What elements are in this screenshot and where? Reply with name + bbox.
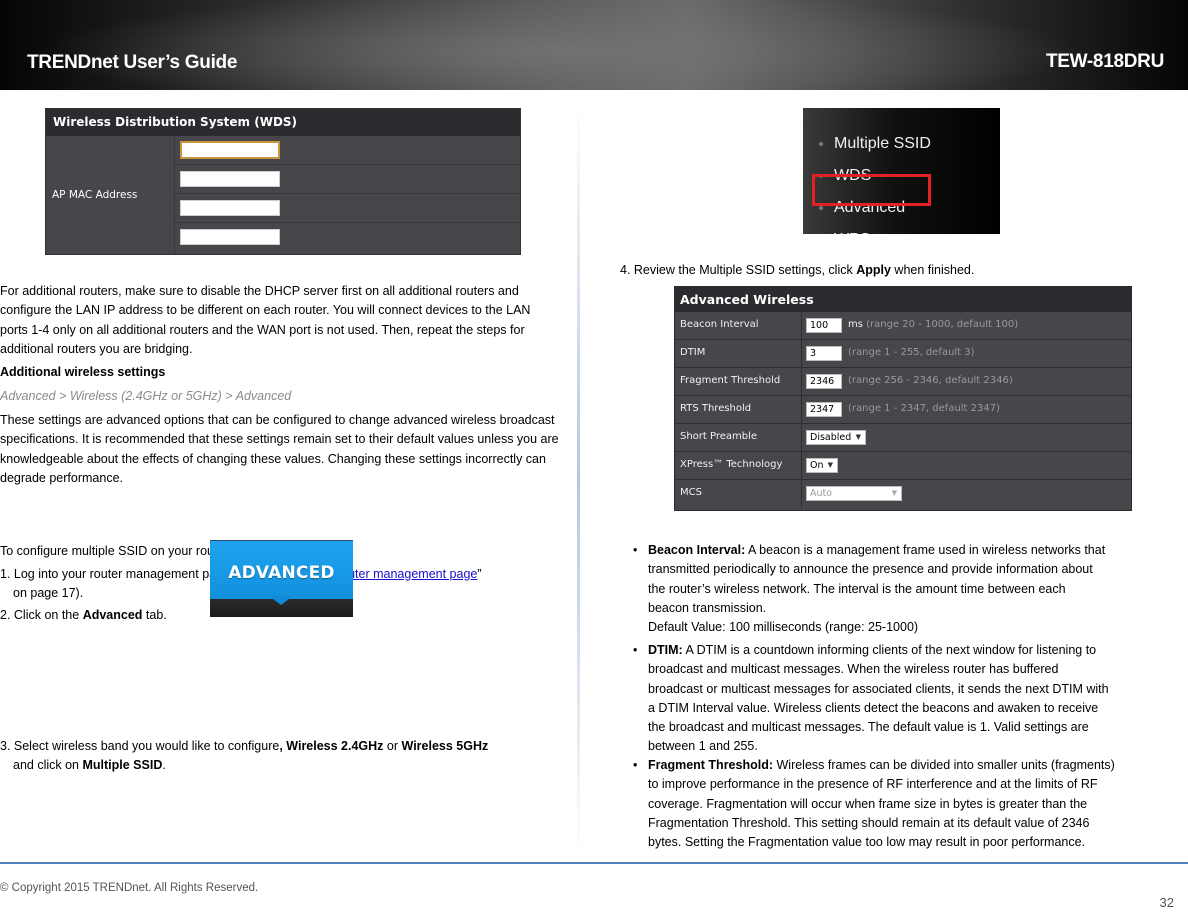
rts-threshold-row: RTS Threshold 2347 (range 1 - 2347, defa…	[675, 396, 1131, 424]
footer-rule	[0, 862, 1188, 864]
beacon-interval-row: Beacon Interval 100 ms (range 20 - 1000,…	[675, 312, 1131, 340]
step-4: 4. Review the Multiple SSID settings, cl…	[620, 263, 975, 277]
step-3-continued: and click on Multiple SSID.	[13, 758, 166, 772]
bullet-icon: •	[633, 758, 638, 772]
chevron-down-icon: ▼	[827, 461, 833, 469]
ap-mac-address-input-3[interactable]	[180, 200, 280, 216]
tab-pointer-icon	[269, 596, 293, 605]
bullet-dtim: • DTIM: A DTIM is a countdown informing …	[633, 643, 1109, 754]
wds-panel-title: Wireless Distribution System (WDS)	[46, 109, 520, 136]
xpress-technology-select[interactable]: On ▼	[806, 458, 838, 473]
advanced-settings-paragraph: These settings are advanced options that…	[0, 413, 559, 485]
step-3: 3. Select wireless band you would like t…	[0, 739, 489, 753]
advanced-tab-label: ADVANCED	[228, 563, 335, 583]
highlight-box	[812, 174, 931, 206]
step-2: 2. Click on the Advanced tab.	[0, 608, 167, 622]
fragment-threshold-row: Fragment Threshold 2346 (range 256 - 234…	[675, 368, 1131, 396]
bullet-icon	[819, 142, 823, 146]
chevron-down-icon: ▼	[855, 433, 861, 441]
advanced-tab-button[interactable]: ADVANCED	[210, 540, 353, 617]
bullet-icon: •	[633, 643, 638, 657]
chevron-down-icon: ▼	[891, 489, 897, 497]
step-1-continued: on page 17).	[13, 586, 84, 600]
wireless-submenu-screenshot: Multiple SSID WDS Advanced WPS	[803, 108, 1000, 234]
fragment-threshold-input[interactable]: 2346	[806, 374, 842, 389]
copyright-notice: © Copyright 2015 TRENDnet. All Rights Re…	[0, 882, 259, 894]
column-divider	[577, 100, 580, 860]
advanced-wireless-title: Advanced Wireless	[675, 287, 1131, 312]
ap-mac-address-label: AP MAC Address	[52, 189, 138, 201]
bullet-fragment-threshold: • Fragment Threshold: Wireless frames ca…	[633, 758, 1115, 850]
model-number: TEW-818DRU	[1045, 51, 1164, 72]
menu-item-multiple-ssid[interactable]: Multiple SSID	[803, 132, 1000, 156]
mac-row	[175, 223, 520, 252]
bullet-icon	[819, 206, 823, 210]
xpress-technology-row: XPress™ Technology On ▼	[675, 452, 1131, 480]
mac-row	[175, 194, 520, 223]
additional-routers-paragraph: For additional routers, make sure to dis…	[0, 284, 531, 356]
bullet-icon: •	[633, 543, 638, 557]
mcs-select[interactable]: Auto ▼	[806, 486, 902, 501]
rts-threshold-input[interactable]: 2347	[806, 402, 842, 417]
mcs-row: MCS Auto ▼	[675, 480, 1131, 508]
dtim-input[interactable]: 3	[806, 346, 842, 361]
page-number: 32	[1159, 895, 1174, 910]
mac-row	[175, 165, 520, 194]
page-header: TRENDnet User’s Guide TEW-818DRU	[0, 0, 1188, 90]
section-heading: Additional wireless settings	[0, 365, 166, 379]
short-preamble-row: Short Preamble Disabled ▼	[675, 424, 1131, 452]
beacon-interval-input[interactable]: 100	[806, 318, 842, 333]
guide-title: TRENDnet User’s Guide	[27, 52, 238, 73]
mac-row	[175, 136, 520, 165]
menu-item-wps[interactable]: WPS	[803, 228, 1000, 234]
multiple-ssid-intro: To configure multiple SSID on your route…	[0, 544, 233, 558]
advanced-wireless-panel: Advanced Wireless Beacon Interval 100 ms…	[674, 286, 1132, 511]
ap-mac-address-input-1[interactable]	[180, 141, 280, 159]
bullet-beacon-interval: • Beacon Interval: A beacon is a managem…	[633, 543, 1106, 635]
breadcrumb: Advanced > Wireless (2.4GHz or 5GHz) > A…	[0, 389, 292, 403]
dtim-row: DTIM 3 (range 1 - 255, default 3)	[675, 340, 1131, 368]
ap-mac-address-input-4[interactable]	[180, 229, 280, 245]
short-preamble-select[interactable]: Disabled ▼	[806, 430, 866, 445]
wds-screenshot-panel: Wireless Distribution System (WDS) AP MA…	[45, 108, 521, 255]
ap-mac-address-input-2[interactable]	[180, 171, 280, 187]
